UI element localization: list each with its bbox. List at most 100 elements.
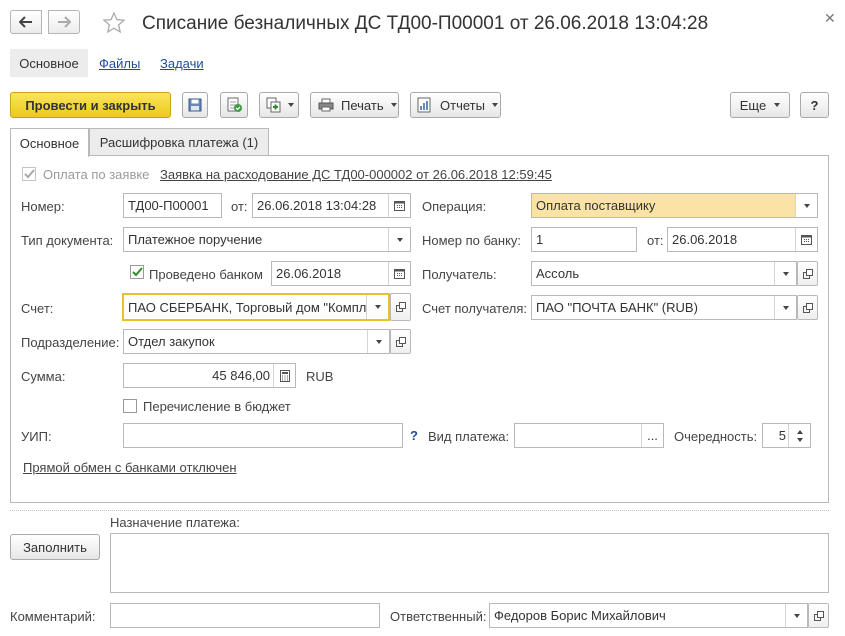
processed-date-field[interactable]: 26.06.2018 bbox=[271, 261, 411, 286]
doc-type-value: Платежное поручение bbox=[128, 232, 263, 247]
priority-value: 5 bbox=[778, 428, 786, 443]
save-button[interactable] bbox=[182, 92, 208, 118]
spin-down-icon[interactable] bbox=[796, 437, 803, 442]
budget-transfer-label: Перечисление в бюджет bbox=[143, 399, 291, 414]
request-link[interactable]: Заявка на расходование ДС ТД00-000002 от… bbox=[160, 167, 552, 182]
help-button[interactable]: ? bbox=[800, 92, 829, 118]
open-icon bbox=[395, 336, 406, 347]
chevron-down-icon bbox=[774, 103, 781, 107]
spin-up-icon[interactable] bbox=[796, 429, 803, 434]
dropdown-icon[interactable] bbox=[388, 228, 410, 251]
account-value: ПАО СБЕРБАНК, Торговый дом "Компл bbox=[128, 300, 367, 315]
uip-field[interactable] bbox=[123, 423, 403, 448]
forward-button[interactable] bbox=[48, 10, 80, 34]
operation-value: Оплата поставщику bbox=[536, 198, 656, 213]
dots-label: ... bbox=[647, 428, 658, 443]
tab-main[interactable]: Основное bbox=[10, 128, 89, 157]
responsible-select[interactable]: Федоров Борис Михайлович bbox=[489, 603, 808, 628]
chevron-down-icon bbox=[390, 103, 397, 107]
priority-stepper[interactable]: 5 bbox=[762, 423, 811, 448]
recipient-account-label: Счет получателя: bbox=[422, 301, 528, 316]
from-label: от: bbox=[231, 199, 248, 214]
bank-date-field[interactable]: 26.06.2018 bbox=[667, 227, 818, 252]
payment-by-request-checkbox[interactable] bbox=[22, 167, 36, 181]
bank-from-label: от: bbox=[647, 233, 664, 248]
nav-files[interactable]: Файлы bbox=[99, 49, 140, 77]
reports-button[interactable]: Отчеты bbox=[410, 92, 501, 118]
dropdown-icon[interactable] bbox=[774, 262, 796, 285]
calendar-icon[interactable] bbox=[388, 262, 410, 285]
dropdown-icon[interactable] bbox=[774, 296, 796, 319]
sum-field[interactable]: 45 846,00 bbox=[123, 363, 296, 388]
calendar-icon[interactable] bbox=[388, 194, 410, 217]
close-icon[interactable]: ✕ bbox=[824, 10, 836, 27]
printer-icon bbox=[318, 98, 334, 112]
spin-buttons[interactable] bbox=[788, 424, 810, 447]
tab-payment-decoding[interactable]: Расшифровка платежа (1) bbox=[89, 128, 269, 156]
open-icon bbox=[813, 610, 824, 621]
nav-tasks[interactable]: Задачи bbox=[160, 49, 204, 77]
print-button[interactable]: Печать bbox=[310, 92, 399, 118]
floppy-disk-icon bbox=[188, 98, 202, 112]
select-dots-button[interactable]: ... bbox=[641, 424, 663, 447]
chevron-down-icon bbox=[491, 103, 498, 107]
purpose-textarea[interactable] bbox=[110, 533, 829, 593]
comment-label: Комментарий: bbox=[10, 609, 96, 624]
department-label: Подразделение: bbox=[21, 335, 120, 350]
bank-number-label: Номер по банку: bbox=[422, 233, 522, 248]
open-icon bbox=[802, 302, 813, 313]
recipient-account-select[interactable]: ПАО "ПОЧТА БАНК" (RUB) bbox=[531, 295, 797, 320]
reports-icon bbox=[417, 97, 431, 113]
back-button[interactable] bbox=[10, 10, 42, 34]
favorite-star-icon[interactable] bbox=[102, 11, 126, 38]
post-and-close-button[interactable]: Провести и закрыть bbox=[10, 92, 171, 118]
open-recipient-account-button[interactable] bbox=[797, 295, 818, 320]
recipient-select[interactable]: Ассоль bbox=[531, 261, 797, 286]
separator bbox=[10, 510, 829, 511]
print-label: Печать bbox=[341, 97, 384, 113]
account-select[interactable]: ПАО СБЕРБАНК, Торговый дом "Компл bbox=[122, 293, 390, 321]
calculator-icon[interactable] bbox=[273, 364, 295, 387]
budget-transfer-checkbox[interactable] bbox=[123, 399, 137, 413]
processed-by-bank-checkbox[interactable] bbox=[130, 265, 144, 279]
chevron-down-icon bbox=[288, 103, 294, 107]
priority-label: Очередность: bbox=[674, 429, 758, 444]
calendar-icon[interactable] bbox=[795, 228, 817, 251]
open-account-button[interactable] bbox=[390, 293, 411, 321]
nav-main[interactable]: Основное bbox=[10, 49, 88, 77]
operation-label: Операция: bbox=[422, 199, 487, 214]
account-label: Счет: bbox=[21, 301, 54, 316]
processed-by-bank-label: Проведено банком bbox=[149, 267, 263, 282]
open-department-button[interactable] bbox=[390, 329, 411, 354]
more-button[interactable]: Еще bbox=[730, 92, 790, 118]
more-label: Еще bbox=[739, 97, 767, 113]
checkmark-icon bbox=[132, 267, 143, 277]
department-select[interactable]: Отдел закупок bbox=[123, 329, 390, 354]
bank-date-value: 26.06.2018 bbox=[672, 232, 738, 247]
comment-field[interactable] bbox=[110, 603, 380, 628]
date-field[interactable]: 26.06.2018 13:04:28 bbox=[252, 193, 411, 218]
uip-help-icon[interactable]: ? bbox=[410, 428, 418, 443]
nav-main-label: Основное bbox=[19, 55, 79, 71]
operation-select[interactable]: Оплата поставщику bbox=[531, 193, 818, 218]
sum-label: Сумма: bbox=[21, 369, 66, 384]
payment-by-request-label: Оплата по заявке bbox=[43, 167, 150, 182]
doc-type-select[interactable]: Платежное поручение bbox=[123, 227, 411, 252]
open-recipient-button[interactable] bbox=[797, 261, 818, 286]
open-icon bbox=[395, 302, 406, 312]
payment-kind-field[interactable]: ... bbox=[514, 423, 664, 448]
number-field[interactable]: ТД00-П00001 bbox=[123, 193, 222, 218]
uip-label: УИП: bbox=[21, 429, 52, 444]
payment-kind-label: Вид платежа: bbox=[428, 429, 510, 444]
direct-exchange-link[interactable]: Прямой обмен с банками отключен bbox=[23, 460, 237, 475]
post-button[interactable] bbox=[220, 92, 248, 118]
dropdown-icon[interactable] bbox=[795, 194, 817, 217]
create-based-on-button[interactable] bbox=[259, 92, 299, 118]
arrow-right-icon bbox=[58, 16, 71, 28]
dropdown-icon[interactable] bbox=[366, 295, 388, 319]
open-responsible-button[interactable] bbox=[808, 603, 829, 628]
bank-number-field[interactable]: 1 bbox=[531, 227, 637, 252]
fill-button[interactable]: Заполнить bbox=[10, 534, 100, 560]
dropdown-icon[interactable] bbox=[367, 330, 389, 353]
dropdown-icon[interactable] bbox=[785, 604, 807, 627]
